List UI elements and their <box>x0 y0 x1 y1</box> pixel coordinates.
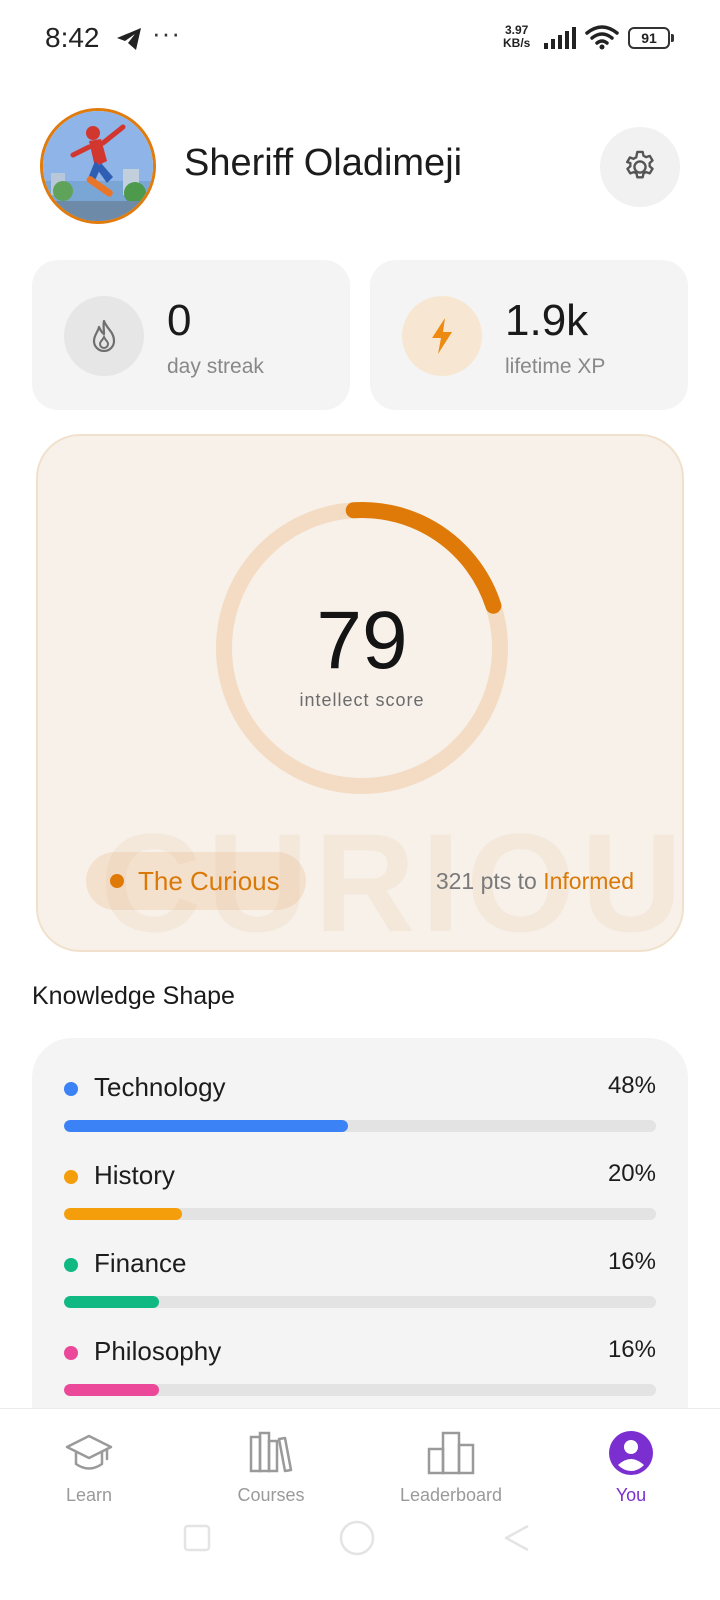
category-dot <box>64 1170 78 1184</box>
intellect-ring-progress <box>345 502 502 614</box>
nav-courses[interactable]: Courses <box>186 1427 356 1517</box>
next-rank-name: Informed <box>543 868 634 894</box>
network-speed-unit: KB/s <box>503 36 531 50</box>
system-back-button[interactable] <box>502 1523 532 1553</box>
gear-icon <box>625 150 654 179</box>
intellect-score-card[interactable]: CURIOUS 79 intellect score The Curious 3… <box>36 434 684 952</box>
graduation-cap-icon <box>65 1434 113 1470</box>
points-to-next-text: 321 pts to <box>435 868 537 894</box>
network-speed: 3.97 KB/s <box>503 24 530 50</box>
profile-icon <box>609 1431 653 1475</box>
category-name: Finance <box>94 1248 187 1278</box>
nav-leaderboard[interactable]: Leaderboard <box>366 1427 536 1517</box>
category-percent: 48% <box>607 1072 656 1099</box>
wifi-icon <box>585 25 619 50</box>
knowledge-row-finance[interactable]: Finance 16% <box>64 1246 656 1308</box>
category-progress-track <box>64 1384 656 1396</box>
streak-card[interactable]: 0 day streak <box>32 260 350 410</box>
streak-value: 0 <box>167 296 192 345</box>
settings-button[interactable] <box>600 127 680 207</box>
knowledge-row-philosophy[interactable]: Philosophy 16% <box>64 1334 656 1396</box>
system-home-button[interactable] <box>338 1519 376 1557</box>
category-progress-fill <box>64 1296 159 1308</box>
knowledge-row-history[interactable]: History 20% <box>64 1158 656 1220</box>
battery-indicator: 91 <box>628 27 674 49</box>
nav-learn[interactable]: Learn <box>4 1427 174 1517</box>
user-name: Sheriff Oladimeji <box>184 142 463 184</box>
books-icon <box>249 1431 293 1473</box>
more-notifications-icon: ··· <box>152 18 181 48</box>
status-time: 8:42 <box>45 22 100 53</box>
category-name: Technology <box>94 1072 226 1102</box>
category-dot <box>64 1346 78 1360</box>
bottom-navigation: Learn Courses Leaderboard You <box>0 1408 720 1600</box>
rank-dot <box>110 874 124 888</box>
category-percent: 16% <box>607 1336 656 1363</box>
category-progress-fill <box>64 1384 159 1396</box>
knowledge-shape-title: Knowledge Shape <box>32 982 235 1010</box>
category-progress-track <box>64 1296 656 1308</box>
avatar-image <box>43 111 153 221</box>
category-dot <box>64 1082 78 1096</box>
knowledge-row-technology[interactable]: Technology 48% <box>64 1070 656 1132</box>
leaderboard-icon <box>427 1431 475 1475</box>
category-percent: 20% <box>607 1160 656 1187</box>
intellect-score-value: 79 <box>316 595 408 686</box>
status-bar: 8:42 ··· 3.97 KB/s 91 <box>0 0 720 78</box>
rank-name: The Curious <box>138 866 280 896</box>
category-dot <box>64 1258 78 1272</box>
streak-label: day streak <box>167 355 264 378</box>
category-name: History <box>94 1160 175 1190</box>
intellect-score-label: intellect score <box>299 690 425 710</box>
points-to-next-rank: 321 pts to Informed <box>436 868 634 895</box>
system-recents-button[interactable] <box>182 1523 212 1553</box>
category-progress-fill <box>64 1208 183 1220</box>
category-progress-fill <box>64 1120 349 1132</box>
telegram-icon <box>117 28 141 50</box>
xp-card[interactable]: 1.9k lifetime XP <box>370 260 688 410</box>
category-progress-track <box>64 1120 656 1132</box>
nav-you[interactable]: You <box>546 1427 716 1517</box>
avatar[interactable] <box>40 108 156 224</box>
nav-you-label: You <box>615 1485 647 1505</box>
nav-leaderboard-label: Leaderboard <box>399 1485 503 1505</box>
nav-courses-label: Courses <box>237 1485 305 1505</box>
flame-icon <box>64 296 144 376</box>
category-percent: 16% <box>607 1248 656 1275</box>
nav-learn-label: Learn <box>65 1485 113 1505</box>
category-name: Philosophy <box>94 1336 222 1366</box>
xp-label: lifetime XP <box>505 355 606 378</box>
lightning-icon <box>402 296 482 376</box>
xp-value: 1.9k <box>505 296 589 345</box>
knowledge-shape-card: Technology 48% History 20% Finance 16% P… <box>32 1038 688 1458</box>
signal-icon <box>544 27 576 49</box>
category-progress-track <box>64 1208 656 1220</box>
